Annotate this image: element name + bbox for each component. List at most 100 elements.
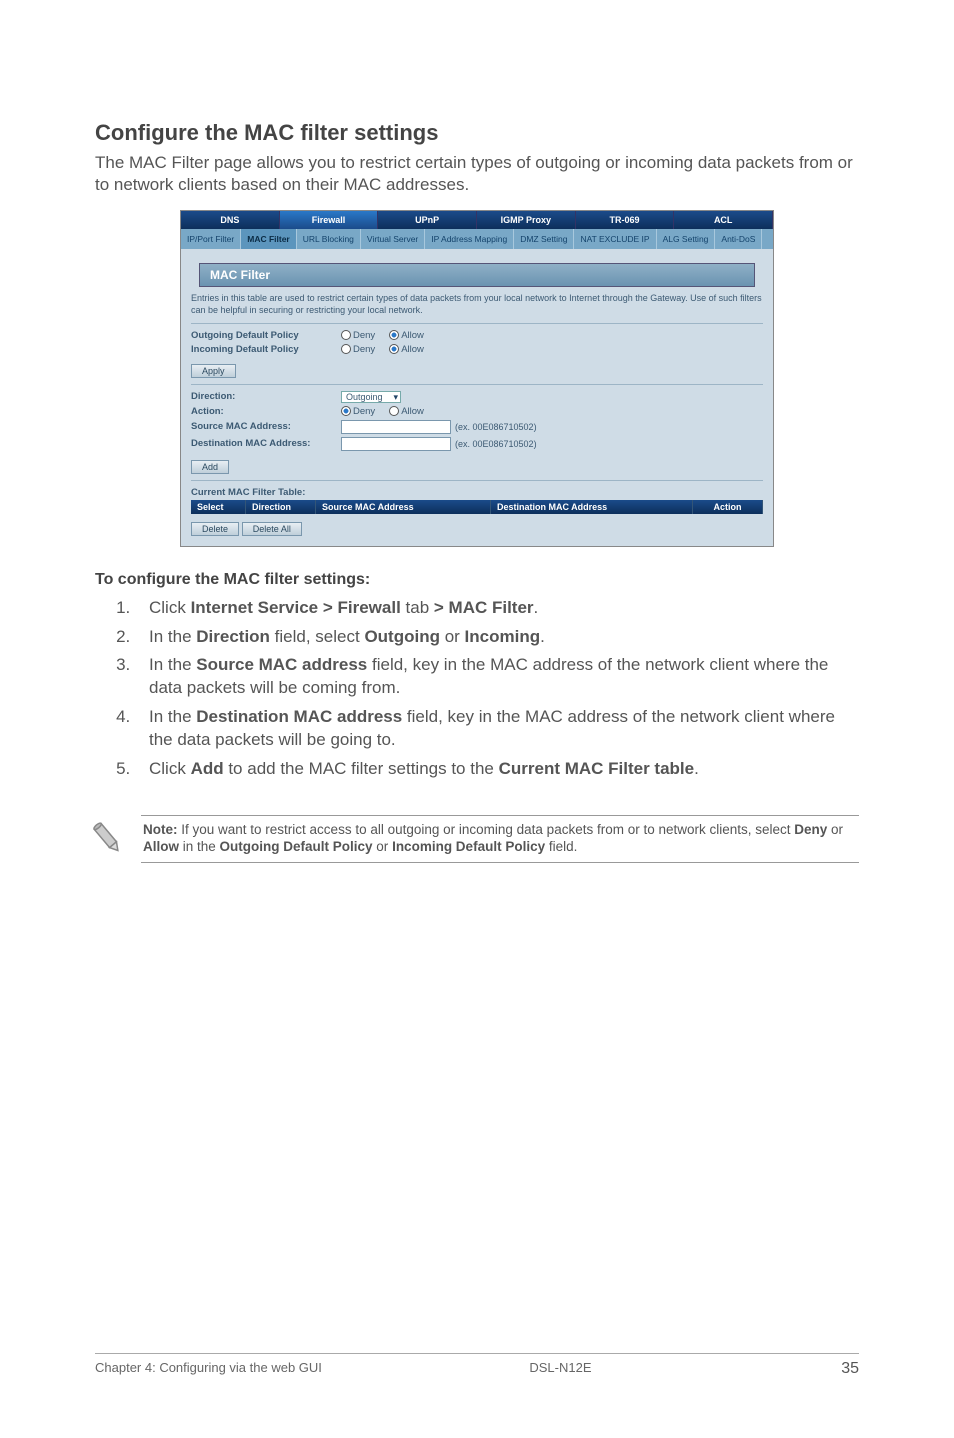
subtab-ipmap[interactable]: IP Address Mapping (425, 229, 514, 249)
subtab-virtual[interactable]: Virtual Server (361, 229, 425, 249)
th-action: Action (693, 500, 763, 514)
outgoing-allow-radio[interactable] (389, 330, 399, 340)
subtab-antidios[interactable]: Anti-DoS (715, 229, 762, 249)
steps-list: Click Internet Service > Firewall tab > … (95, 597, 859, 782)
step-text: Click (149, 598, 191, 617)
tab-upnp[interactable]: UPnP (378, 211, 477, 229)
note-text-or: or (827, 822, 843, 837)
sub-tabs: IP/Port Filter MAC Filter URL Blocking V… (181, 229, 773, 249)
th-source: Source MAC Address (316, 500, 491, 514)
delete-all-button[interactable]: Delete All (242, 522, 302, 536)
incoming-deny-radio[interactable] (341, 344, 351, 354)
dest-mac-row: Destination MAC Address: (ex. 00E0867105… (191, 437, 763, 451)
step-5: Click Add to add the MAC filter settings… (135, 758, 859, 781)
incoming-deny-label: Deny (353, 344, 375, 355)
footer-left: Chapter 4: Configuring via the web GUI (95, 1360, 322, 1378)
source-mac-label: Source MAC Address: (191, 421, 341, 432)
action-allow-radio[interactable] (389, 406, 399, 416)
panel-title: MAC Filter (199, 263, 755, 287)
dest-mac-label: Destination MAC Address: (191, 438, 341, 449)
action-row: Action: Deny Allow (191, 406, 763, 417)
note-text-end: field. (545, 839, 577, 854)
subtab-url[interactable]: URL Blocking (297, 229, 361, 249)
direction-select[interactable]: Outgoing (341, 391, 401, 403)
subtab-dmz[interactable]: DMZ Setting (514, 229, 574, 249)
note-text: Note: If you want to restrict access to … (141, 815, 859, 863)
tab-dns[interactable]: DNS (181, 211, 280, 229)
outgoing-label: Outgoing Default Policy (191, 330, 341, 341)
intro-text: The MAC Filter page allows you to restri… (95, 152, 859, 196)
outgoing-deny-radio[interactable] (341, 330, 351, 340)
add-button[interactable]: Add (191, 460, 229, 474)
incoming-allow-radio[interactable] (389, 344, 399, 354)
note-bold: Deny (794, 822, 827, 837)
tab-acl[interactable]: ACL (674, 211, 773, 229)
source-mac-input[interactable] (341, 420, 451, 434)
note-block: Note: If you want to restrict access to … (95, 815, 859, 863)
subtab-natex[interactable]: NAT EXCLUDE IP (574, 229, 656, 249)
action-deny-label: Deny (353, 406, 375, 417)
step-1: Click Internet Service > Firewall tab > … (135, 597, 859, 620)
incoming-label: Incoming Default Policy (191, 344, 341, 355)
subtab-macfilter[interactable]: MAC Filter (241, 229, 297, 249)
action-deny-radio[interactable] (341, 406, 351, 416)
page-title: Configure the MAC filter settings (95, 120, 859, 146)
step-text: In the (149, 627, 196, 646)
step-text: . (540, 627, 545, 646)
step-text: to add the MAC filter settings to the (224, 759, 499, 778)
delete-button[interactable]: Delete (191, 522, 239, 536)
direction-label: Direction: (191, 391, 341, 402)
step-bold: Outgoing (364, 627, 440, 646)
screenshot-panel: DNS Firewall UPnP IGMP Proxy TR-069 ACL … (180, 210, 774, 546)
note-bold: Incoming Default Policy (392, 839, 545, 854)
th-direction: Direction (246, 500, 316, 514)
step-bold: Incoming (465, 627, 541, 646)
step-text: field, select (270, 627, 365, 646)
source-mac-row: Source MAC Address: (ex. 00E086710502) (191, 420, 763, 434)
step-bold: Current MAC Filter table (499, 759, 695, 778)
step-bold: Direction (196, 627, 270, 646)
incoming-policy-row: Incoming Default Policy Deny Allow (191, 344, 763, 355)
step-bold: > MAC Filter (434, 598, 534, 617)
note-bold: Allow (143, 839, 179, 854)
action-label: Action: (191, 406, 341, 417)
subtab-ipport[interactable]: IP/Port Filter (181, 229, 241, 249)
tab-igmp[interactable]: IGMP Proxy (477, 211, 576, 229)
footer-mid: DSL-N12E (529, 1360, 591, 1378)
incoming-allow-label: Allow (401, 344, 424, 355)
divider (191, 323, 763, 324)
dest-mac-input[interactable] (341, 437, 451, 451)
apply-button[interactable]: Apply (191, 364, 236, 378)
step-text: Click (149, 759, 191, 778)
divider (191, 480, 763, 481)
th-select: Select (191, 500, 246, 514)
step-text: tab (401, 598, 434, 617)
step-text: . (534, 598, 539, 617)
subtab-alg[interactable]: ALG Setting (657, 229, 716, 249)
step-text: . (694, 759, 699, 778)
step-text: or (440, 627, 465, 646)
page-footer: Chapter 4: Configuring via the web GUI D… (95, 1353, 859, 1378)
action-allow-label: Allow (401, 406, 424, 417)
step-4: In the Destination MAC address field, ke… (135, 706, 859, 752)
note-text-or2: or (373, 839, 393, 854)
outgoing-allow-label: Allow (401, 330, 424, 341)
note-body: If you want to restrict access to all ou… (178, 822, 795, 837)
tab-firewall[interactable]: Firewall (280, 211, 379, 229)
outgoing-policy-row: Outgoing Default Policy Deny Allow (191, 330, 763, 341)
table-title: Current MAC Filter Table: (191, 487, 763, 498)
step-bold: Source MAC address (196, 655, 367, 674)
pencil-icon (88, 808, 139, 859)
footer-page-number: 35 (799, 1360, 859, 1378)
panel-description: Entries in this table are used to restri… (191, 293, 763, 316)
step-bold: Internet Service > Firewall (191, 598, 401, 617)
dest-mac-hint: (ex. 00E086710502) (455, 439, 537, 449)
step-text: In the (149, 655, 196, 674)
main-tabs: DNS Firewall UPnP IGMP Proxy TR-069 ACL (181, 211, 773, 229)
note-lead: Note: (143, 822, 178, 837)
tab-tr069[interactable]: TR-069 (576, 211, 675, 229)
note-text-in: in the (179, 839, 220, 854)
direction-row: Direction: Outgoing (191, 391, 763, 403)
steps-heading: To configure the MAC filter settings: (95, 571, 859, 589)
filter-table-header: Select Direction Source MAC Address Dest… (191, 500, 763, 514)
